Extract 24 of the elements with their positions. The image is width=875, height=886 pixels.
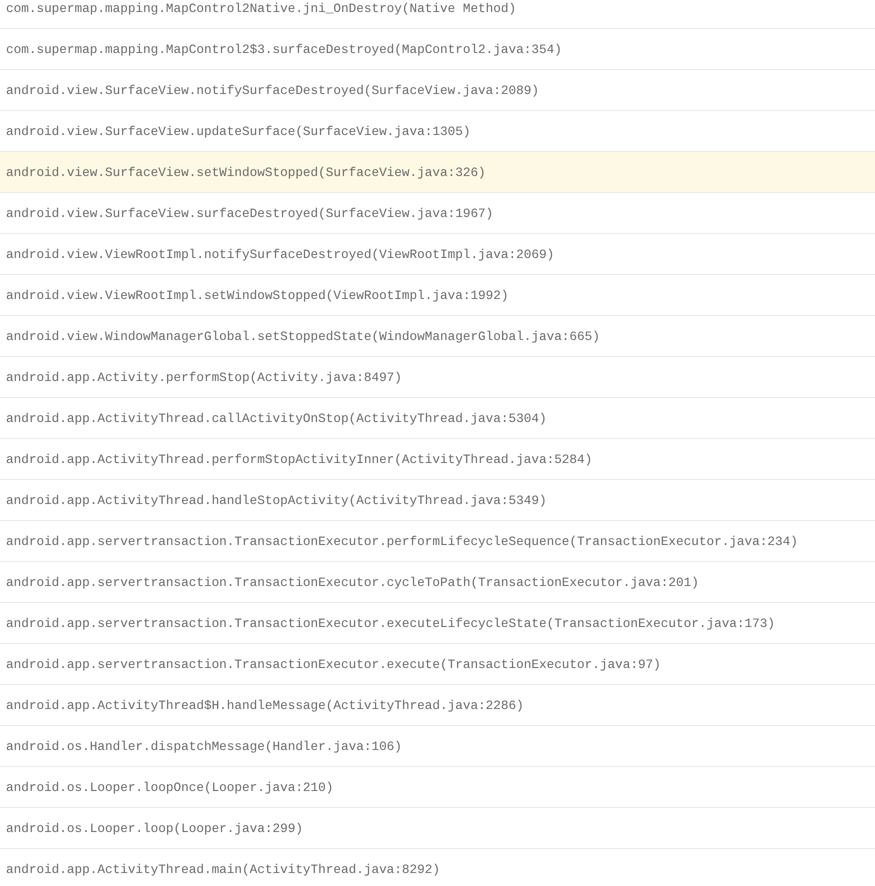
stack-frame-text: com.supermap.mapping.MapControl2Native.jni_OnDestroy(Native Method) [6,0,516,16]
stack-frame-text: android.app.ActivityThread.performStopActivityInner(ActivityThread.java:5284) [6,452,592,466]
stack-frame-text: android.app.servertransaction.TransactionExecutor.performLifecycleSequence(TransactionExecutor.java:234) [6,534,798,548]
stack-frame-text: android.os.Looper.loop(Looper.java:299) [6,820,303,836]
stack-frame-text: android.app.ActivityThread$H.handleMessage(ActivityThread.java:2286) [6,698,524,712]
stack-frame-text: android.view.SurfaceView.setWindowStopped(SurfaceView.java:326) [6,164,486,180]
stack-frame-text: android.app.ActivityThread.callActivityOnStop(ActivityThread.java:5304) [6,410,547,426]
stack-frame-text: android.view.SurfaceView.surfaceDestroyed(SurfaceView.java:1967) [6,206,494,220]
stack-frame-text: android.os.Looper.loopOnce(Looper.java:210) [6,780,334,794]
stack-frame-row[interactable]: android.view.SurfaceView.setWindowStopped(SurfaceView.java:326) [0,152,875,193]
stack-frame-text: com.supermap.mapping.MapControl2$3.surfaceDestroyed(MapControl2.java:354) [6,42,562,56]
stack-frame-text: android.app.servertransaction.TransactionExecutor.cycleToPath(TransactionExecutor.java:201) [6,574,699,590]
stack-frame-text: android.view.WindowManagerGlobal.setStoppedState(WindowManagerGlobal.java:665) [6,328,600,344]
stack-frame-text: android.app.ActivityThread.handleStopActivity(ActivityThread.java:5349) [6,492,547,508]
stack-frame-text: android.view.SurfaceView.notifySurfaceDestroyed(SurfaceView.java:2089) [6,82,539,98]
stack-frame-text: android.view.ViewRootImpl.notifySurfaceDestroyed(ViewRootImpl.java:2069) [6,246,554,262]
stack-frame-text: android.view.ViewRootImpl.setWindowStopped(ViewRootImpl.java:1992) [6,288,509,302]
stack-frame-text: android.app.servertransaction.TransactionExecutor.executeLifecycleState(TransactionExecutor.java:173) [6,616,775,630]
stack-frame-text: android.os.Handler.dispatchMessage(Handler.java:106) [6,738,402,754]
stack-frame-row[interactable]: com.supermap.mapping.MapControl2Native.jni_OnDestroy(Native Method) [0,0,875,29]
stack-frame-text: android.app.ActivityThread.main(ActivityThread.java:8292) [6,862,440,876]
stack-frame-text: android.app.Activity.performStop(Activity.java:8497) [6,370,402,384]
stack-frame-text: android.view.SurfaceView.updateSurface(SurfaceView.java:1305) [6,124,470,138]
stack-frame-text: android.app.servertransaction.TransactionExecutor.execute(TransactionExecutor.java:97) [6,656,661,672]
